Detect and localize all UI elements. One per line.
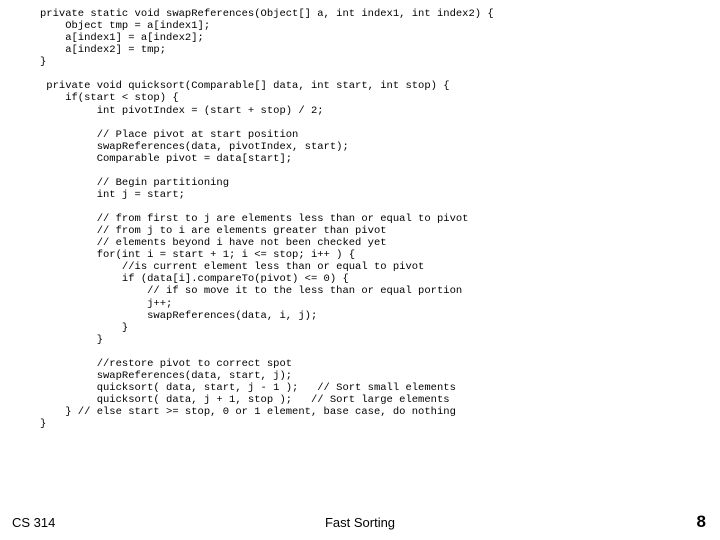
slide-title: Fast Sorting [325,515,395,530]
page-number: 8 [697,512,706,532]
course-label: CS 314 [12,515,55,530]
code-listing: private static void swapReferences(Objec… [40,8,494,430]
